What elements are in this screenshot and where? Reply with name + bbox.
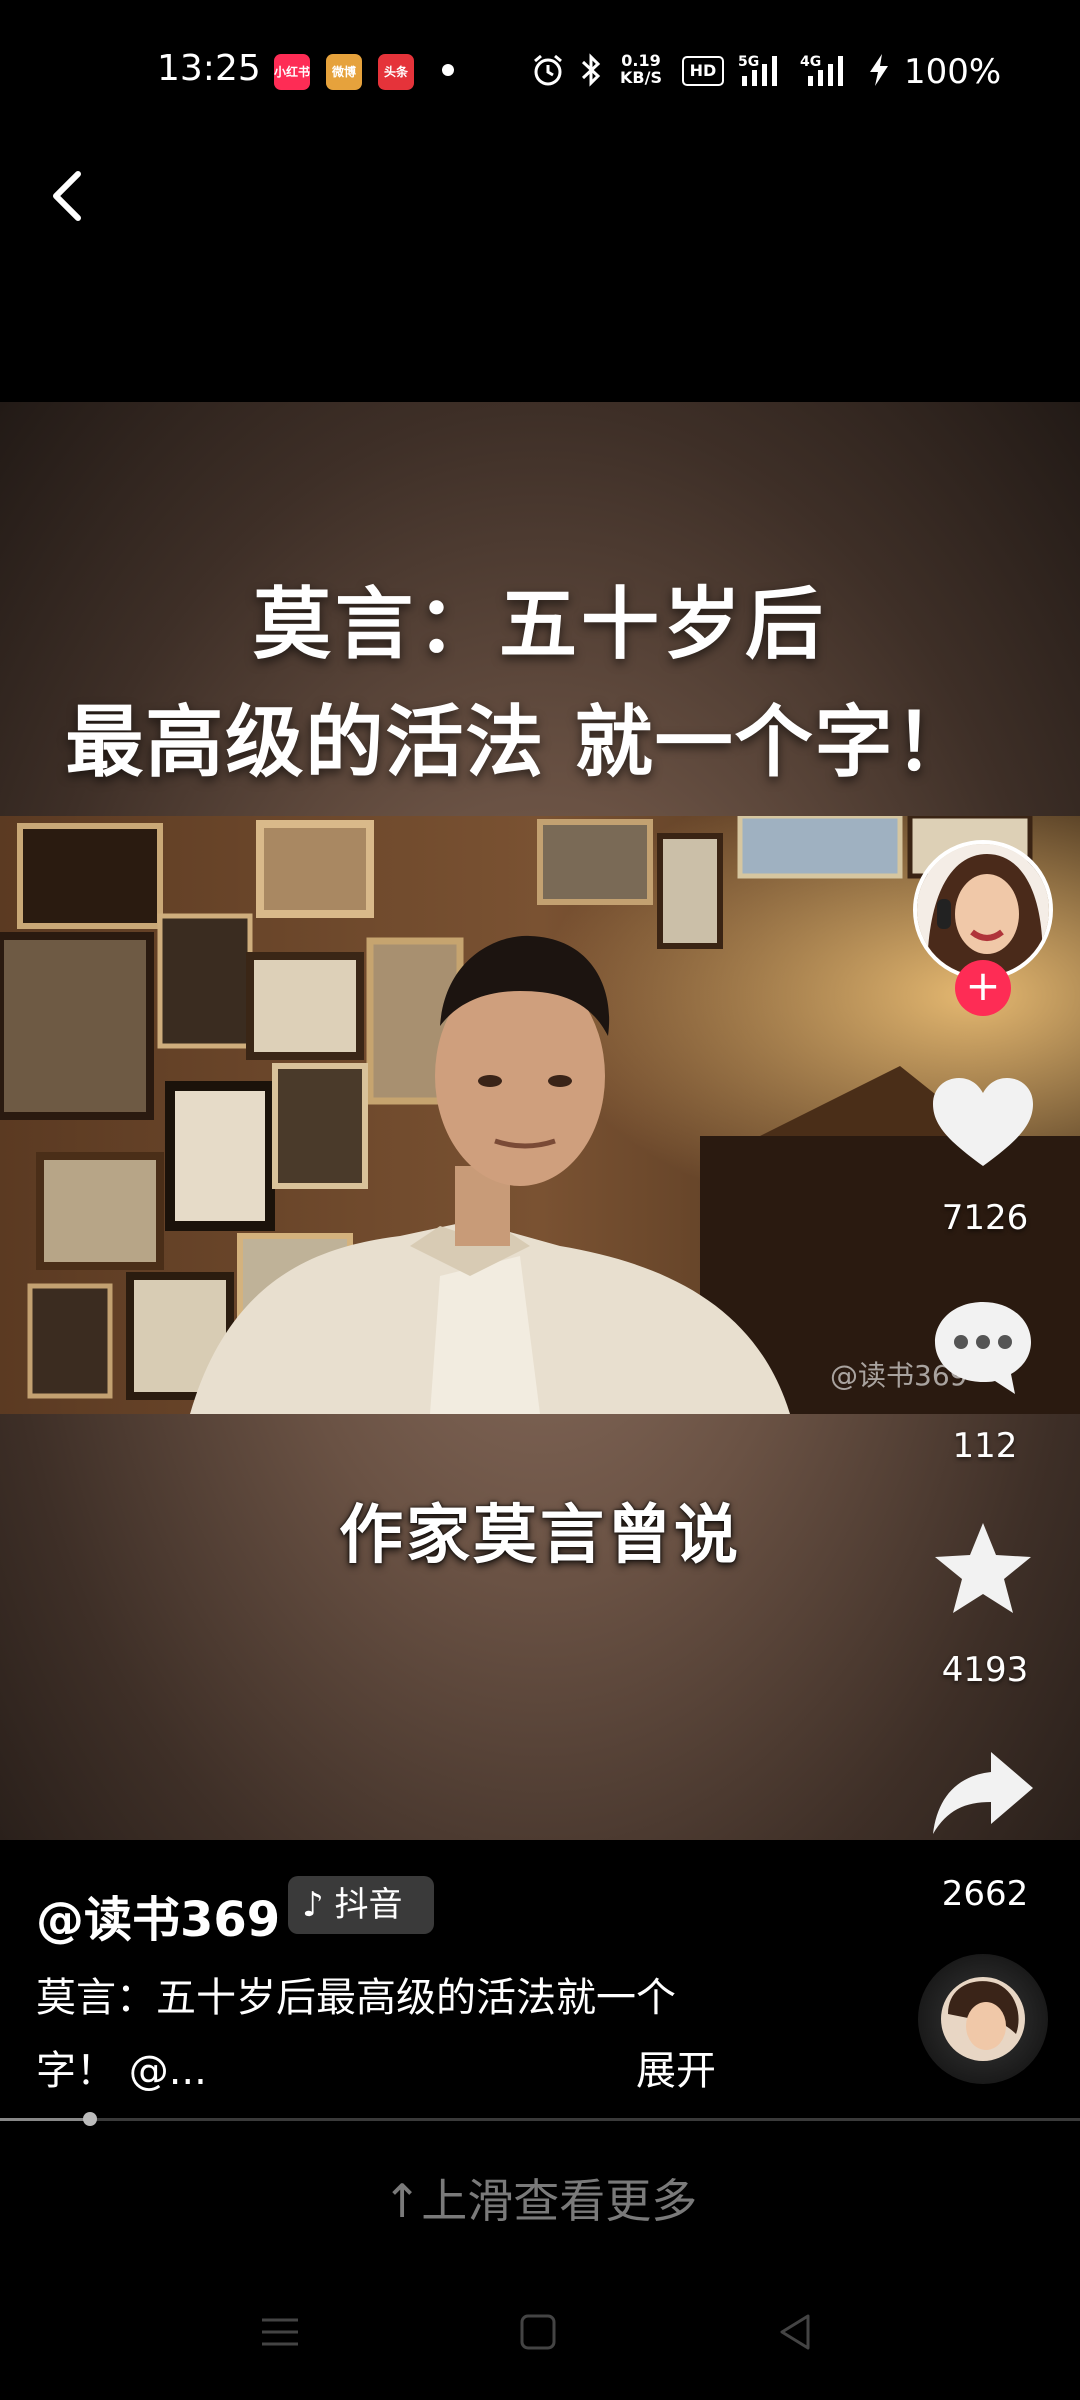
star-icon [935,1523,1031,1613]
favorite-count: 4193 [941,1650,1029,1690]
tiktok-note-icon: ♪ [302,1885,324,1925]
author-avatar[interactable] [913,840,1053,980]
video-subtitle: 作家莫言曾说 [339,1499,741,1573]
post-description-line2: 字！ @... [36,2048,207,2094]
swipe-up-hint[interactable]: ↑上滑查看更多 [0,2165,1080,2231]
progress-track[interactable] [0,2118,1080,2121]
music-disc-icon [941,1977,1025,2061]
bluetooth-icon [581,53,601,87]
menu-icon[interactable] [258,2310,302,2354]
share-button[interactable] [927,1738,1039,1850]
progress-handle[interactable] [82,2112,97,2126]
like-button[interactable] [927,1068,1039,1180]
favorite-button[interactable] [927,1515,1039,1627]
more-notifications-dot [442,64,454,76]
signal-4g-icon: 4G [800,54,843,86]
svg-text:5G: 5G [738,54,759,70]
video-title-line2: 最高级的活法 就一个字！ [65,698,975,788]
back-button[interactable] [40,160,100,230]
heart-icon [933,1078,1033,1166]
hd-voice-icon: HD [682,56,724,86]
comment-button[interactable] [927,1290,1039,1402]
back-triangle-icon[interactable] [774,2310,818,2354]
alarm-icon [534,54,562,86]
post-description-line1: 莫言：五十岁后最高级的活法就一个 [36,1975,676,2021]
signal-5g-icon: 5G [738,54,777,86]
progress-fill [0,2118,90,2121]
battery-level: 100% [904,52,1002,92]
share-count: 2662 [941,1874,1029,1914]
follow-button[interactable]: + [955,960,1011,1016]
share-arrow-icon [933,1752,1033,1834]
expand-button[interactable]: 展开 [636,2038,716,2096]
platform-label: 抖音 [334,1885,403,1925]
comment-count: 112 [952,1426,1018,1466]
author-name[interactable]: @读书369 [36,1880,280,1950]
xiaohongshu-notification-icon: 小红书 [274,54,310,90]
music-disc-button[interactable] [918,1954,1048,2084]
charging-icon [870,54,888,86]
clock: 13:25 [157,48,261,89]
home-icon[interactable] [516,2310,560,2354]
comment-icon [935,1302,1031,1394]
svg-text:4G: 4G [800,54,821,70]
status-bar: 13:25 小红书 微博 头条 0.19 KB/S HD 5G 4G 100% [0,0,1080,140]
weibo-notification-icon: 微博 [326,54,362,90]
toutiao-notification-icon: 头条 [378,54,414,90]
platform-badge: ♪ 抖音 [288,1876,434,1934]
system-navigation-bar [0,2280,1080,2400]
video-title-line1: 莫言：五十岁后 [252,580,827,670]
avatar-image [917,844,1049,976]
like-count: 7126 [941,1198,1029,1238]
network-speed: 0.19 KB/S [620,51,662,87]
video-player[interactable]: 莫言：五十岁后 最高级的活法 就一个字！ @读书369 作家莫言曾说 [0,402,1080,1840]
